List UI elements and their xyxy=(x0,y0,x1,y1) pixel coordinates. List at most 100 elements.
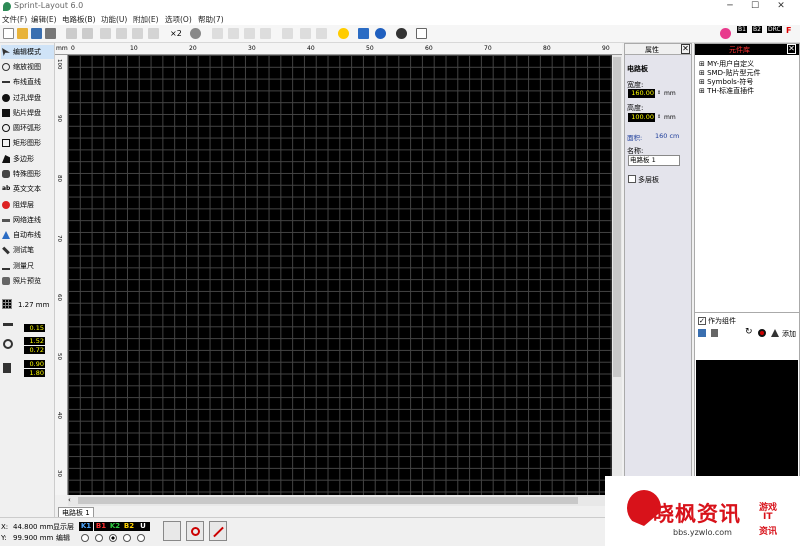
import-icon[interactable] xyxy=(771,329,779,337)
divider xyxy=(695,312,799,313)
tool-photo[interactable]: 照片预览 xyxy=(1,274,54,288)
align-icon[interactable] xyxy=(244,28,255,39)
add-button[interactable]: 添加 xyxy=(782,329,796,339)
tool-polygon[interactable]: 多边形 xyxy=(1,152,54,166)
f-label[interactable]: F xyxy=(786,26,791,35)
component-library: 元件库 ✕ ⊞ MY-用户自定义 ⊞ SMD-贴片型元件 ⊞ Symbols-符… xyxy=(694,43,800,517)
height-field[interactable]: 100.00 xyxy=(628,113,655,122)
horizontal-scrollbar[interactable]: ‹ xyxy=(68,495,612,506)
tool-autoroute[interactable]: 自动布线 xyxy=(1,228,54,242)
refresh-icon[interactable]: ↻ xyxy=(745,327,753,337)
redo-icon[interactable] xyxy=(82,28,93,39)
gerber-icon[interactable] xyxy=(396,28,407,39)
tool-test-pen[interactable]: 测试笔 xyxy=(1,243,54,257)
as-component-checkbox[interactable]: ✓ xyxy=(698,317,706,325)
unlock-icon[interactable] xyxy=(316,28,327,39)
rotate-icon[interactable] xyxy=(190,28,201,39)
close-icon[interactable]: ✕ xyxy=(681,44,690,54)
pad-outer-value[interactable]: 1.52 xyxy=(24,337,45,345)
paste-icon[interactable] xyxy=(132,28,143,39)
lock-icon[interactable] xyxy=(300,28,311,39)
menu-edit[interactable]: 编辑(E) xyxy=(31,14,57,25)
tool-special[interactable]: 特殊图形 xyxy=(1,167,54,181)
tool-smd-pad[interactable]: 贴片焊盘 xyxy=(1,106,54,120)
open-folder-icon[interactable] xyxy=(17,28,28,39)
mirror-v-icon[interactable] xyxy=(228,28,239,39)
minimize-button[interactable]: ─ xyxy=(719,0,741,13)
mirror-h-icon[interactable] xyxy=(212,28,223,39)
save-icon[interactable] xyxy=(31,28,42,39)
pcb-canvas[interactable] xyxy=(68,55,612,495)
new-file-icon[interactable] xyxy=(3,28,14,39)
tree-node-th[interactable]: ⊞ TH-标准直插件 xyxy=(699,86,754,96)
close-icon[interactable]: ✕ xyxy=(787,44,796,54)
group-icon[interactable] xyxy=(260,28,271,39)
tool-measure[interactable]: 测量尺 xyxy=(1,259,54,273)
no-connection-icon[interactable] xyxy=(209,521,227,541)
layer-b1[interactable]: B1 xyxy=(94,522,108,531)
width-spinner-icon[interactable]: ⇕ xyxy=(657,89,661,98)
board-name-field[interactable]: 电路板 1 xyxy=(628,155,680,166)
menu-function[interactable]: 功能(U) xyxy=(101,14,127,25)
edit-radio-k2[interactable] xyxy=(109,534,117,542)
layer-u[interactable]: U xyxy=(136,522,150,531)
edit-radio-u[interactable] xyxy=(137,534,145,542)
layer-b2[interactable]: B2 xyxy=(122,522,136,531)
trash-icon[interactable] xyxy=(711,329,718,337)
maximize-button[interactable]: ☐ xyxy=(744,0,766,13)
copy-icon[interactable] xyxy=(116,28,127,39)
edit-radio-b1[interactable] xyxy=(95,534,103,542)
tool-circle[interactable]: 圆环弧形 xyxy=(1,121,54,135)
undo-icon[interactable] xyxy=(66,28,77,39)
height-unit: mm xyxy=(664,114,676,121)
pad-inner-value[interactable]: 0.72 xyxy=(24,346,45,354)
edit-radio-k1[interactable] xyxy=(81,534,89,542)
multilayer-checkbox[interactable] xyxy=(628,175,636,183)
grid-icon[interactable] xyxy=(2,299,12,309)
scroll-left-icon[interactable]: ‹ xyxy=(68,497,76,504)
b2-label[interactable]: B2 xyxy=(752,26,762,33)
grid-value[interactable]: 1.27 mm xyxy=(18,301,49,309)
print-icon[interactable] xyxy=(45,28,56,39)
tool-zoom[interactable]: 缩放视图 xyxy=(1,60,54,74)
close-button[interactable]: ✕ xyxy=(770,0,792,13)
height-spinner-icon[interactable]: ⇕ xyxy=(657,113,661,122)
smd-width-value[interactable]: 0.90 xyxy=(24,360,45,368)
target-icon[interactable] xyxy=(186,521,204,541)
tool-text[interactable]: ab 英文文本 xyxy=(1,182,54,196)
track-width-value[interactable]: 0.15 xyxy=(24,324,45,332)
tool-track[interactable]: 布线直线 xyxy=(1,75,54,89)
update-icon[interactable] xyxy=(416,28,427,39)
b1-label[interactable]: B1 xyxy=(737,26,747,33)
menu-options[interactable]: 选项(O) xyxy=(165,14,192,25)
tool-rectangle[interactable]: 矩形图形 xyxy=(1,136,54,150)
save-icon[interactable] xyxy=(698,329,706,337)
record-icon[interactable] xyxy=(758,329,766,337)
tool-edit-mode[interactable]: 编辑模式 xyxy=(1,45,54,59)
tool-solder-mask[interactable]: 阻焊层 xyxy=(1,198,54,212)
layer-k1[interactable]: K1 xyxy=(79,522,93,531)
info-icon[interactable] xyxy=(375,28,386,39)
menu-help[interactable]: 帮助(7) xyxy=(198,14,224,25)
duplicate-count[interactable]: ×2 xyxy=(170,29,182,38)
layer-k2[interactable]: K2 xyxy=(108,522,122,531)
tool-net[interactable]: 网络连线 xyxy=(1,213,54,227)
cut-icon[interactable] xyxy=(100,28,111,39)
rubberband-icon[interactable] xyxy=(163,521,181,541)
menu-board[interactable]: 电路板(B) xyxy=(62,14,96,25)
horizontal-scroll-thumb[interactable] xyxy=(78,497,578,504)
zoom-icon[interactable] xyxy=(338,28,349,39)
width-field[interactable]: 160.00 xyxy=(628,89,655,98)
vertical-scroll-thumb[interactable] xyxy=(613,57,621,377)
menu-extra[interactable]: 附加(E) xyxy=(133,14,159,25)
smd-height-value[interactable]: 1.80 xyxy=(24,369,45,377)
edit-radio-b2[interactable] xyxy=(123,534,131,542)
vertical-scrollbar[interactable] xyxy=(612,55,622,495)
distribute-icon[interactable] xyxy=(282,28,293,39)
connect-icon[interactable] xyxy=(358,28,369,39)
menu-file[interactable]: 文件(F) xyxy=(2,14,27,25)
record-icon[interactable] xyxy=(720,28,731,39)
tool-via-pad[interactable]: 过孔焊盘 xyxy=(1,91,54,105)
drc-label[interactable]: DRC xyxy=(767,26,782,33)
delete-icon[interactable] xyxy=(148,28,159,39)
